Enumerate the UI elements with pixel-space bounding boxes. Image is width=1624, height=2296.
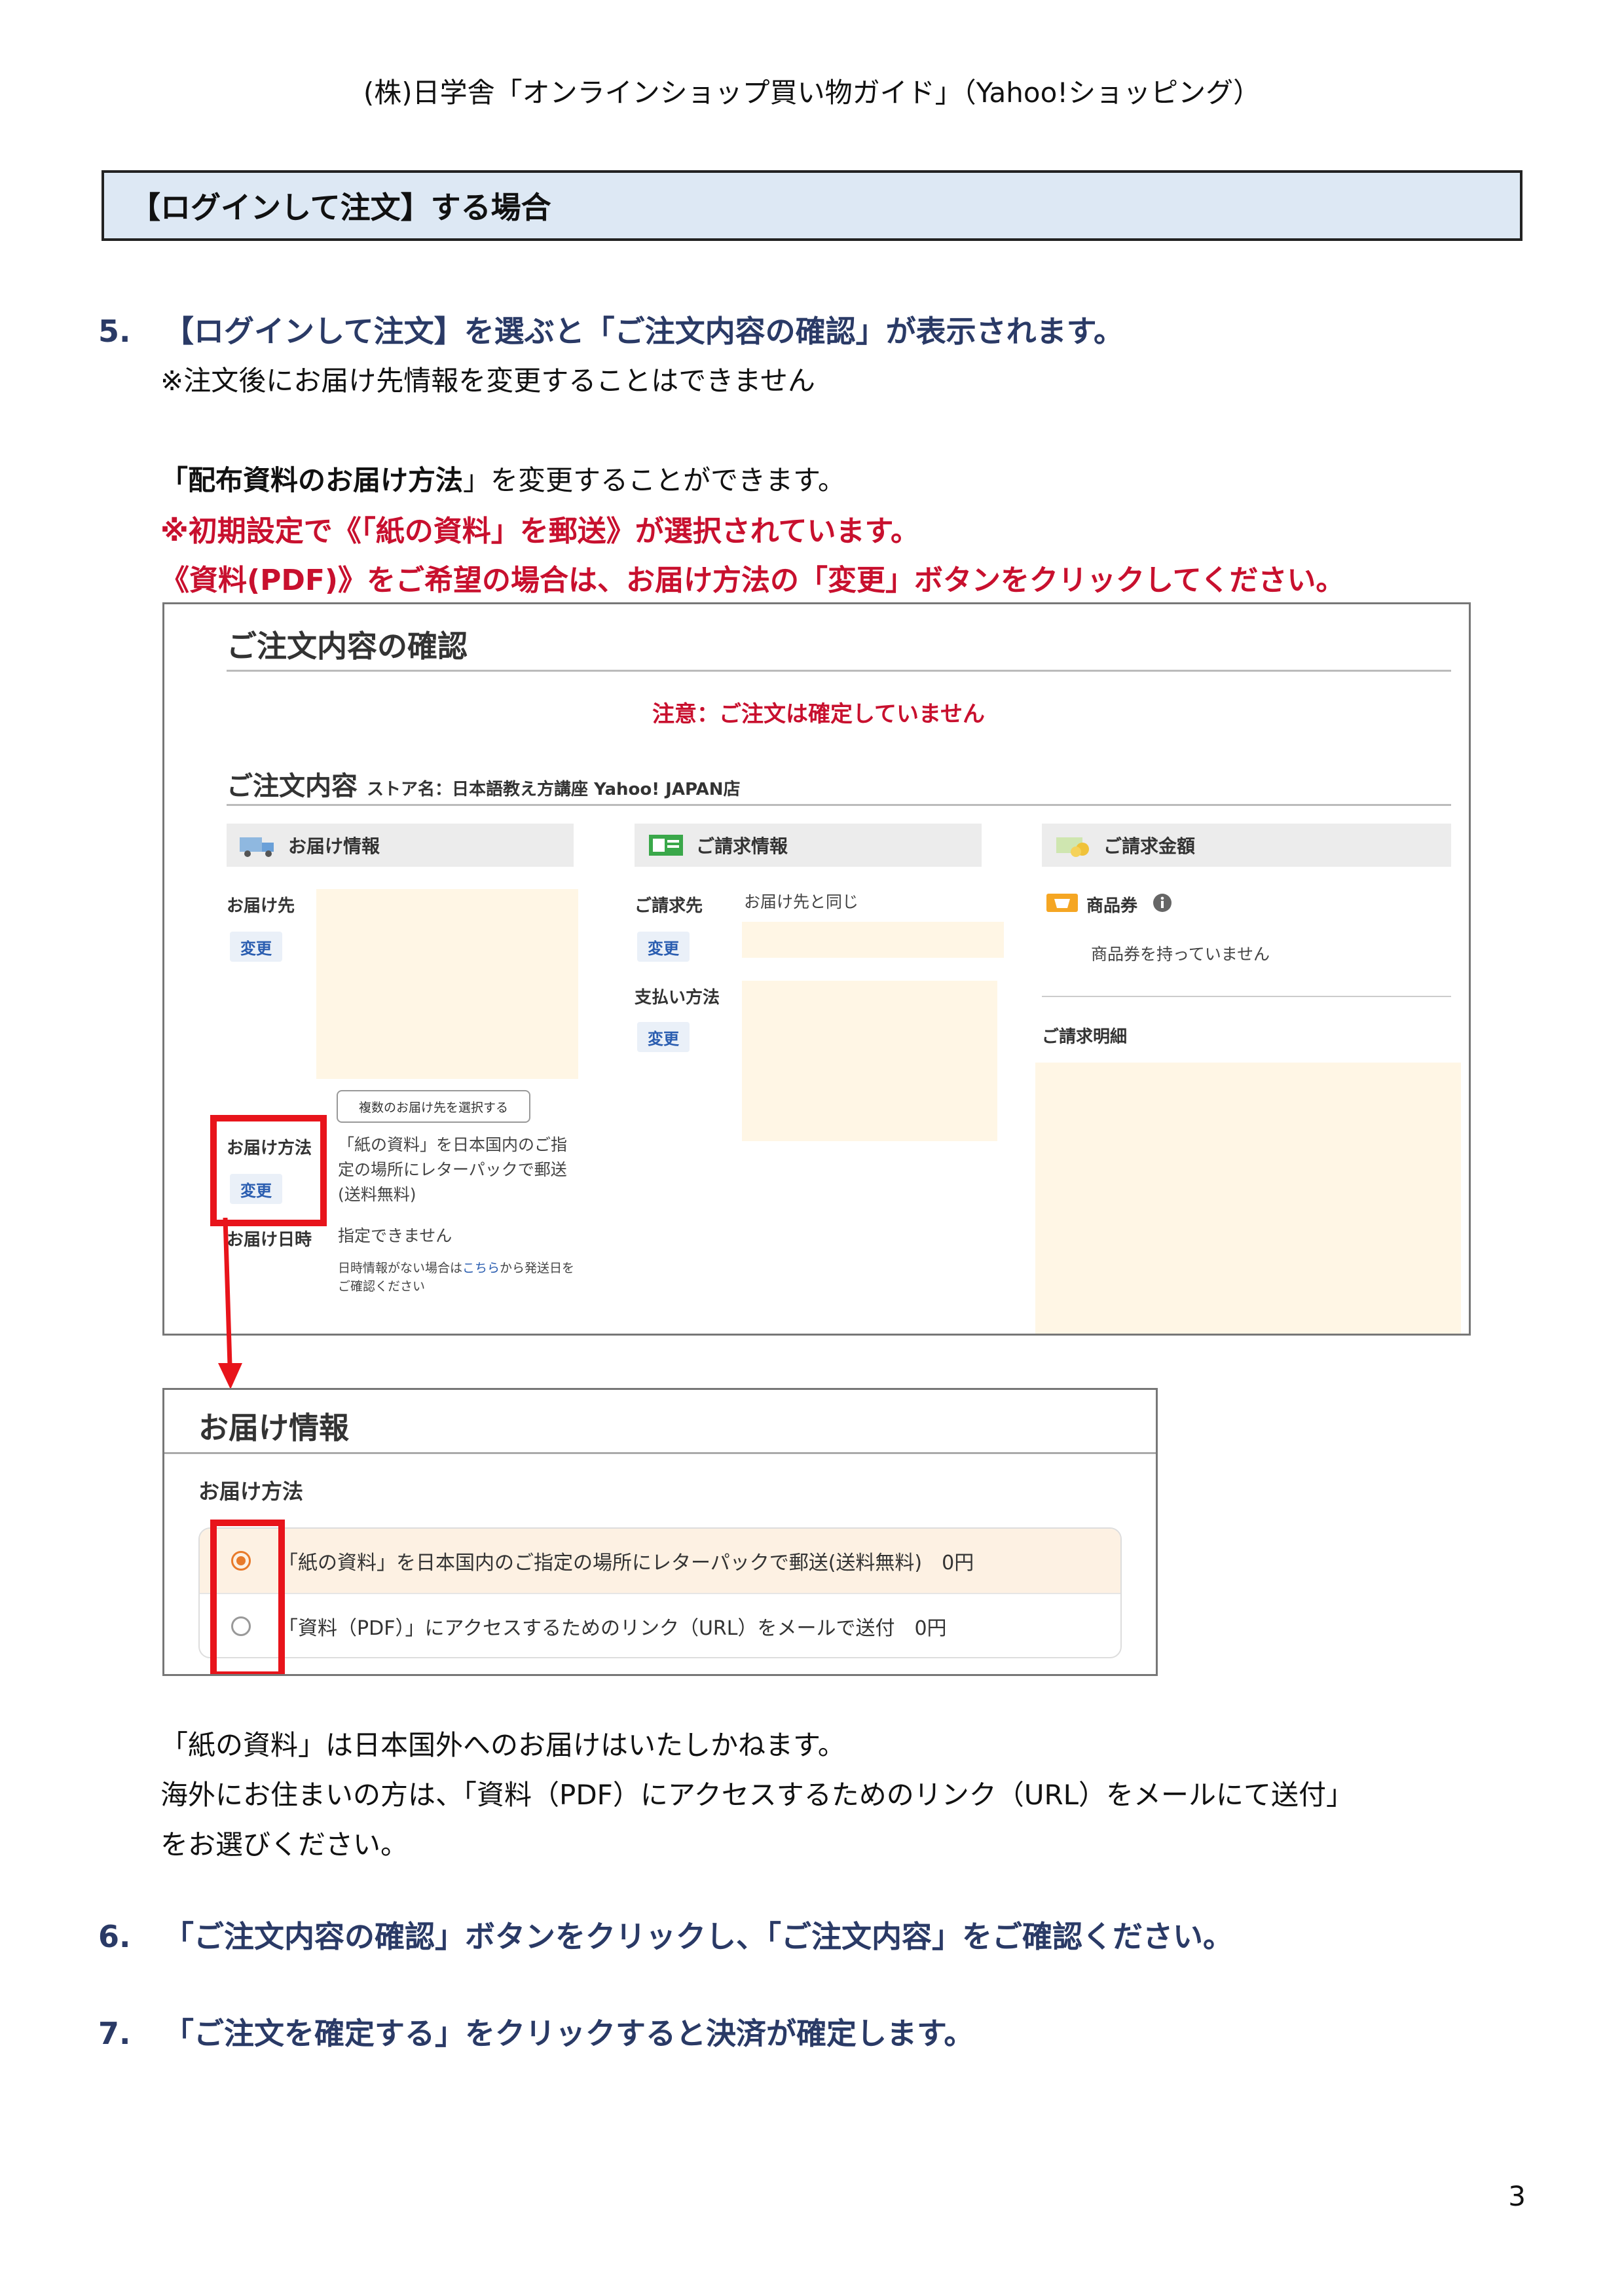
step-text: 【ログインして注文】を選ぶと「ご注文内容の確認」が表示されます。 xyxy=(164,314,1124,349)
card-icon xyxy=(649,835,683,856)
red-arrow xyxy=(218,1218,242,1389)
billing-info-header: ご請求情報 xyxy=(635,824,982,867)
order-content-heading: ご注文内容 ストア名：日本語教え方講座 Yahoo! JAPAN店 xyxy=(227,771,741,801)
date-note: 日時情報がない場合はこちらから発送日をご確認ください xyxy=(338,1261,575,1294)
billing-amount-header: ご請求金額 xyxy=(1042,824,1451,867)
document-header: (株)日学舎「オンラインショップ買い物ガイド」（Yahoo!ショッピング） xyxy=(363,77,1261,109)
info-icon[interactable] xyxy=(1152,892,1173,913)
method-subtitle: お届け方法 xyxy=(198,1479,304,1504)
date-value: 指定できません xyxy=(338,1226,452,1245)
bill-to-label: ご請求先 xyxy=(635,896,703,916)
note-line-3: をお選びください。 xyxy=(160,1829,409,1861)
step-6: 6. 「ご注文内容の確認」ボタンをクリックし、「ご注文内容」をご確認ください。 xyxy=(98,1913,1233,1956)
divider xyxy=(227,670,1451,672)
coupon-icon xyxy=(1046,894,1078,912)
store-name: ストア名：日本語教え方講座 Yahoo! JAPAN店 xyxy=(367,780,741,799)
destination-label: お届け先 xyxy=(227,896,295,916)
note-line-2: 海外にお住まいの方は、「資料（PDF）にアクセスするためのリンク（URL）をメー… xyxy=(160,1779,1354,1811)
bill-to-value: お届け先と同じ xyxy=(744,892,859,911)
screen-title: ご注文内容の確認 xyxy=(227,629,468,664)
page-number: 3 xyxy=(1508,2180,1526,2212)
delivery-method-line: 「配布資料のお届け方法」を変更することができます。 xyxy=(160,464,845,496)
order-confirmation-screenshot: ご注文内容の確認 注意：ご注文は確定していません ご注文内容 ストア名：日本語教え… xyxy=(162,602,1471,1336)
bill-detail-label: ご請求明細 xyxy=(1042,1027,1128,1047)
red-note-default: ※初期設定で《「紙の資料」を郵送》が選択されています。 xyxy=(160,515,920,548)
coupon-text: 商品券を持っていません xyxy=(1091,945,1270,964)
multi-destination-button[interactable]: 複数のお届け先を選択する xyxy=(337,1090,530,1123)
divider xyxy=(227,804,1451,806)
address-redacted xyxy=(316,889,578,1079)
step-text: 「ご注文を確定する」をクリックすると決済が確定します。 xyxy=(164,2016,974,2051)
bill-to-redacted xyxy=(742,922,1004,958)
divider xyxy=(1042,996,1451,997)
not-confirmed-notice: 注意：ご注文は確定していません xyxy=(652,701,985,727)
screen-title: お届け情報 xyxy=(198,1410,349,1446)
highlight-frame xyxy=(210,1115,327,1226)
bill-detail-redacted xyxy=(1035,1063,1461,1334)
truck-icon xyxy=(240,837,274,857)
option-pdf[interactable]: 「資料（PDF）」にアクセスするためのリンク（URL）をメールで送付 0円 xyxy=(200,1594,1120,1657)
here-link[interactable]: こちら xyxy=(462,1261,500,1275)
option-label: 「紙の資料」を日本国内のご指定の場所にレターパックで郵送(送料無料) 0円 xyxy=(278,1552,974,1575)
step-5: 5. 【ログインして注文】を選ぶと「ご注文内容の確認」が表示されます。 xyxy=(98,308,1124,351)
step-number: 6. xyxy=(98,1919,131,1954)
change-bill-to-button[interactable]: 変更 xyxy=(637,932,690,962)
payment-label: 支払い方法 xyxy=(635,988,720,1008)
option-label: 「資料（PDF）」にアクセスするためのリンク（URL）をメールで送付 0円 xyxy=(278,1617,947,1640)
step-5-note: ※注文後にお届け先情報を変更することはできません xyxy=(160,365,815,397)
note-line-1: 「紙の資料」は日本国外へのお届けはいたしかねます。 xyxy=(160,1729,845,1761)
divider xyxy=(164,1452,1156,1454)
step-number: 5. xyxy=(98,314,131,349)
delivery-info-header: お届け情報 xyxy=(227,824,574,867)
step-7: 7. 「ご注文を確定する」をクリックすると決済が確定します。 xyxy=(98,2010,974,2053)
method-options: 「紙の資料」を日本国内のご指定の場所にレターパックで郵送(送料無料) 0円 「資… xyxy=(198,1527,1122,1658)
change-payment-button[interactable]: 変更 xyxy=(637,1022,690,1052)
section-heading: 【ログインして注文】する場合 xyxy=(101,170,1522,241)
highlight-frame xyxy=(210,1520,285,1674)
money-icon xyxy=(1056,837,1089,857)
change-destination-button[interactable]: 変更 xyxy=(230,932,282,962)
option-paper[interactable]: 「紙の資料」を日本国内のご指定の場所にレターパックで郵送(送料無料) 0円 xyxy=(200,1529,1120,1593)
delivery-info-screenshot: お届け情報 お届け方法 「紙の資料」を日本国内のご指定の場所にレターパックで郵送… xyxy=(162,1388,1158,1676)
method-value: 「紙の資料」を日本国内のご指定の場所にレターパックで郵送(送料無料) xyxy=(338,1135,568,1204)
red-note-pdf: 《資料(PDF)》をご希望の場合は、お届け方法の「変更」ボタンをクリックしてくだ… xyxy=(160,564,1345,597)
change-method-button[interactable]: 変更 xyxy=(230,1174,282,1204)
payment-redacted xyxy=(742,981,997,1141)
method-label: お届け方法 xyxy=(227,1139,312,1158)
delivery-method-bold: 「配布資料のお届け方法 xyxy=(160,464,464,496)
coupon-label: 商品券 xyxy=(1086,896,1138,916)
step-number: 7. xyxy=(98,2016,131,2051)
step-text: 「ご注文内容の確認」ボタンをクリックし、「ご注文内容」をご確認ください。 xyxy=(164,1919,1233,1954)
